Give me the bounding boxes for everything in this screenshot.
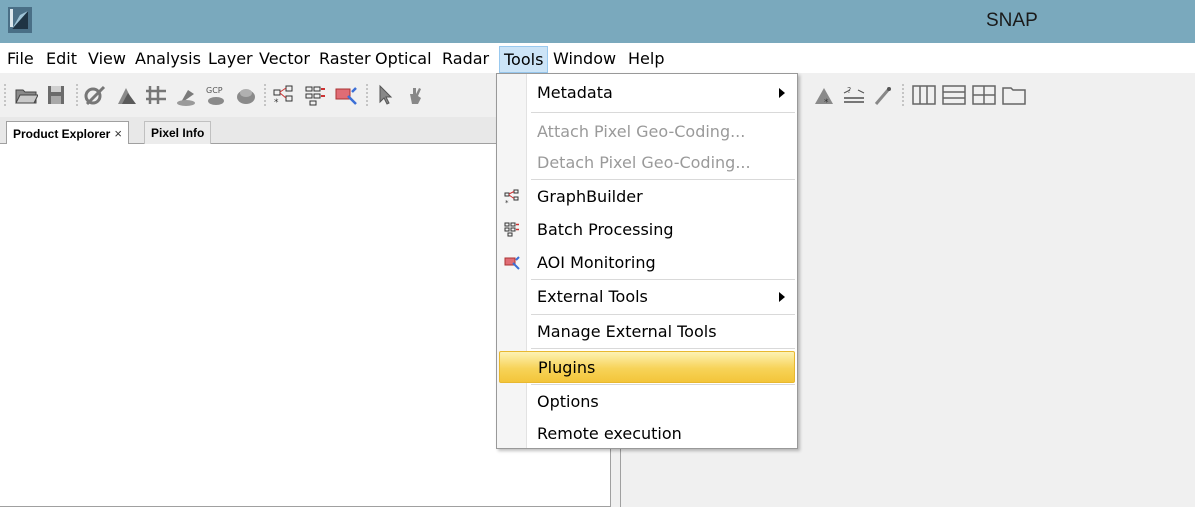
menu-item-label: External Tools (537, 287, 648, 306)
tab-pixel-info[interactable]: Pixel Info (144, 121, 212, 144)
svg-text:*: * (505, 199, 509, 205)
menu-separator (531, 179, 795, 180)
menu-item-aoi-monitoring[interactable]: AOI Monitoring (499, 247, 795, 279)
tile-single-icon[interactable] (1002, 84, 1026, 106)
open-product-icon[interactable] (14, 84, 38, 106)
graticule-icon[interactable] (144, 84, 168, 106)
menu-item-label: Attach Pixel Geo-Coding... (537, 122, 746, 141)
tab-product-explorer[interactable]: Product Explorer × (6, 121, 129, 144)
menu-item-attach-pixel-geo-coding: Attach Pixel Geo-Coding... (499, 116, 795, 148)
batch-processing-icon (504, 222, 519, 237)
tab-pixel-info-label: Pixel Info (151, 126, 205, 140)
title-bar: SNAP (0, 0, 1195, 43)
tab-product-explorer-label: Product Explorer (13, 127, 111, 141)
menu-help[interactable]: Help (628, 49, 664, 68)
menu-layer[interactable]: Layer (208, 49, 253, 68)
menu-view[interactable]: View (88, 49, 126, 68)
menu-window[interactable]: Window (553, 49, 616, 68)
menu-item-label: AOI Monitoring (537, 253, 656, 272)
menu-file[interactable]: File (7, 49, 34, 68)
menu-vector[interactable]: Vector (259, 49, 310, 68)
menu-item-batch-processing[interactable]: Batch Processing (499, 214, 795, 246)
svg-text:GCP: GCP (206, 86, 223, 95)
svg-text:*: * (824, 98, 829, 106)
insert-vector-icon[interactable]: ? (842, 84, 866, 106)
menu-item-graphbuilder[interactable]: * GraphBuilder (499, 181, 795, 213)
menu-item-label: Detach Pixel Geo-Coding... (537, 153, 751, 172)
menu-item-plugins[interactable]: Plugins (499, 351, 795, 383)
graph-builder-icon: * (504, 189, 519, 205)
tile-vertically-icon[interactable] (942, 84, 966, 106)
menu-separator (531, 112, 795, 113)
menu-tools[interactable]: Tools (499, 46, 549, 73)
menu-item-metadata[interactable]: Metadata (499, 77, 795, 109)
svg-text:*: * (274, 98, 279, 106)
menu-radar[interactable]: Radar (442, 49, 489, 68)
aoi-monitoring-tool-icon[interactable] (334, 84, 358, 106)
mask-manager-icon[interactable] (234, 84, 258, 106)
toolbar-separator (264, 83, 266, 107)
pan-tool-icon[interactable] (404, 84, 428, 106)
snap-app-icon[interactable] (8, 7, 32, 33)
tile-evenly-icon[interactable] (972, 84, 996, 106)
menu-analysis[interactable]: Analysis (135, 49, 201, 68)
gcp-manager-icon[interactable]: GCP (204, 84, 228, 106)
tools-menu: Metadata Attach Pixel Geo-Coding... Deta… (496, 73, 798, 449)
pin-manager-icon[interactable] (174, 84, 198, 106)
tile-horizontally-icon[interactable] (912, 84, 936, 106)
menu-item-label: Plugins (538, 358, 596, 377)
batch-processing-tool-icon[interactable] (304, 84, 328, 106)
submenu-arrow-icon (779, 88, 785, 98)
menu-separator (531, 314, 795, 315)
menu-item-manage-external-tools[interactable]: Manage External Tools (499, 316, 795, 348)
submenu-arrow-icon (779, 292, 785, 302)
toolbar-grip (4, 83, 6, 107)
toolbar-separator (76, 83, 78, 107)
graph-builder-tool-icon[interactable]: * (272, 84, 296, 106)
menu-separator (531, 384, 795, 385)
select-tool-icon[interactable] (374, 84, 398, 106)
window-title: SNAP (986, 10, 1038, 31)
range-finder-icon[interactable] (84, 84, 108, 106)
toolbar-separator (902, 83, 904, 107)
magic-wand-icon[interactable] (872, 84, 896, 106)
menu-item-label: GraphBuilder (537, 187, 643, 206)
menu-edit[interactable]: Edit (46, 49, 77, 68)
menu-item-label: Manage External Tools (537, 322, 717, 341)
toolbar-separator (366, 83, 368, 107)
menu-separator (531, 348, 795, 349)
menu-item-label: Batch Processing (537, 220, 674, 239)
menu-separator (531, 279, 795, 280)
menu-item-label: Remote execution (537, 424, 682, 443)
menu-raster[interactable]: Raster (319, 49, 371, 68)
aoi-monitoring-icon (504, 256, 520, 270)
menu-item-remote-execution[interactable]: Remote execution (499, 418, 795, 450)
menu-bar: File Edit View Analysis Layer Vector Ras… (0, 43, 1195, 73)
insert-figure-icon[interactable]: * (812, 84, 836, 106)
menu-optical[interactable]: Optical (375, 49, 432, 68)
close-icon[interactable]: × (114, 126, 122, 141)
menu-item-label: Options (537, 392, 599, 411)
menu-item-options[interactable]: Options (499, 386, 795, 418)
menu-item-detach-pixel-geo-coding: Detach Pixel Geo-Coding... (499, 147, 795, 179)
save-product-icon[interactable] (44, 84, 68, 106)
layer-manager-icon[interactable] (114, 84, 138, 106)
menu-item-external-tools[interactable]: External Tools (499, 281, 795, 313)
menu-item-label: Metadata (537, 83, 613, 102)
